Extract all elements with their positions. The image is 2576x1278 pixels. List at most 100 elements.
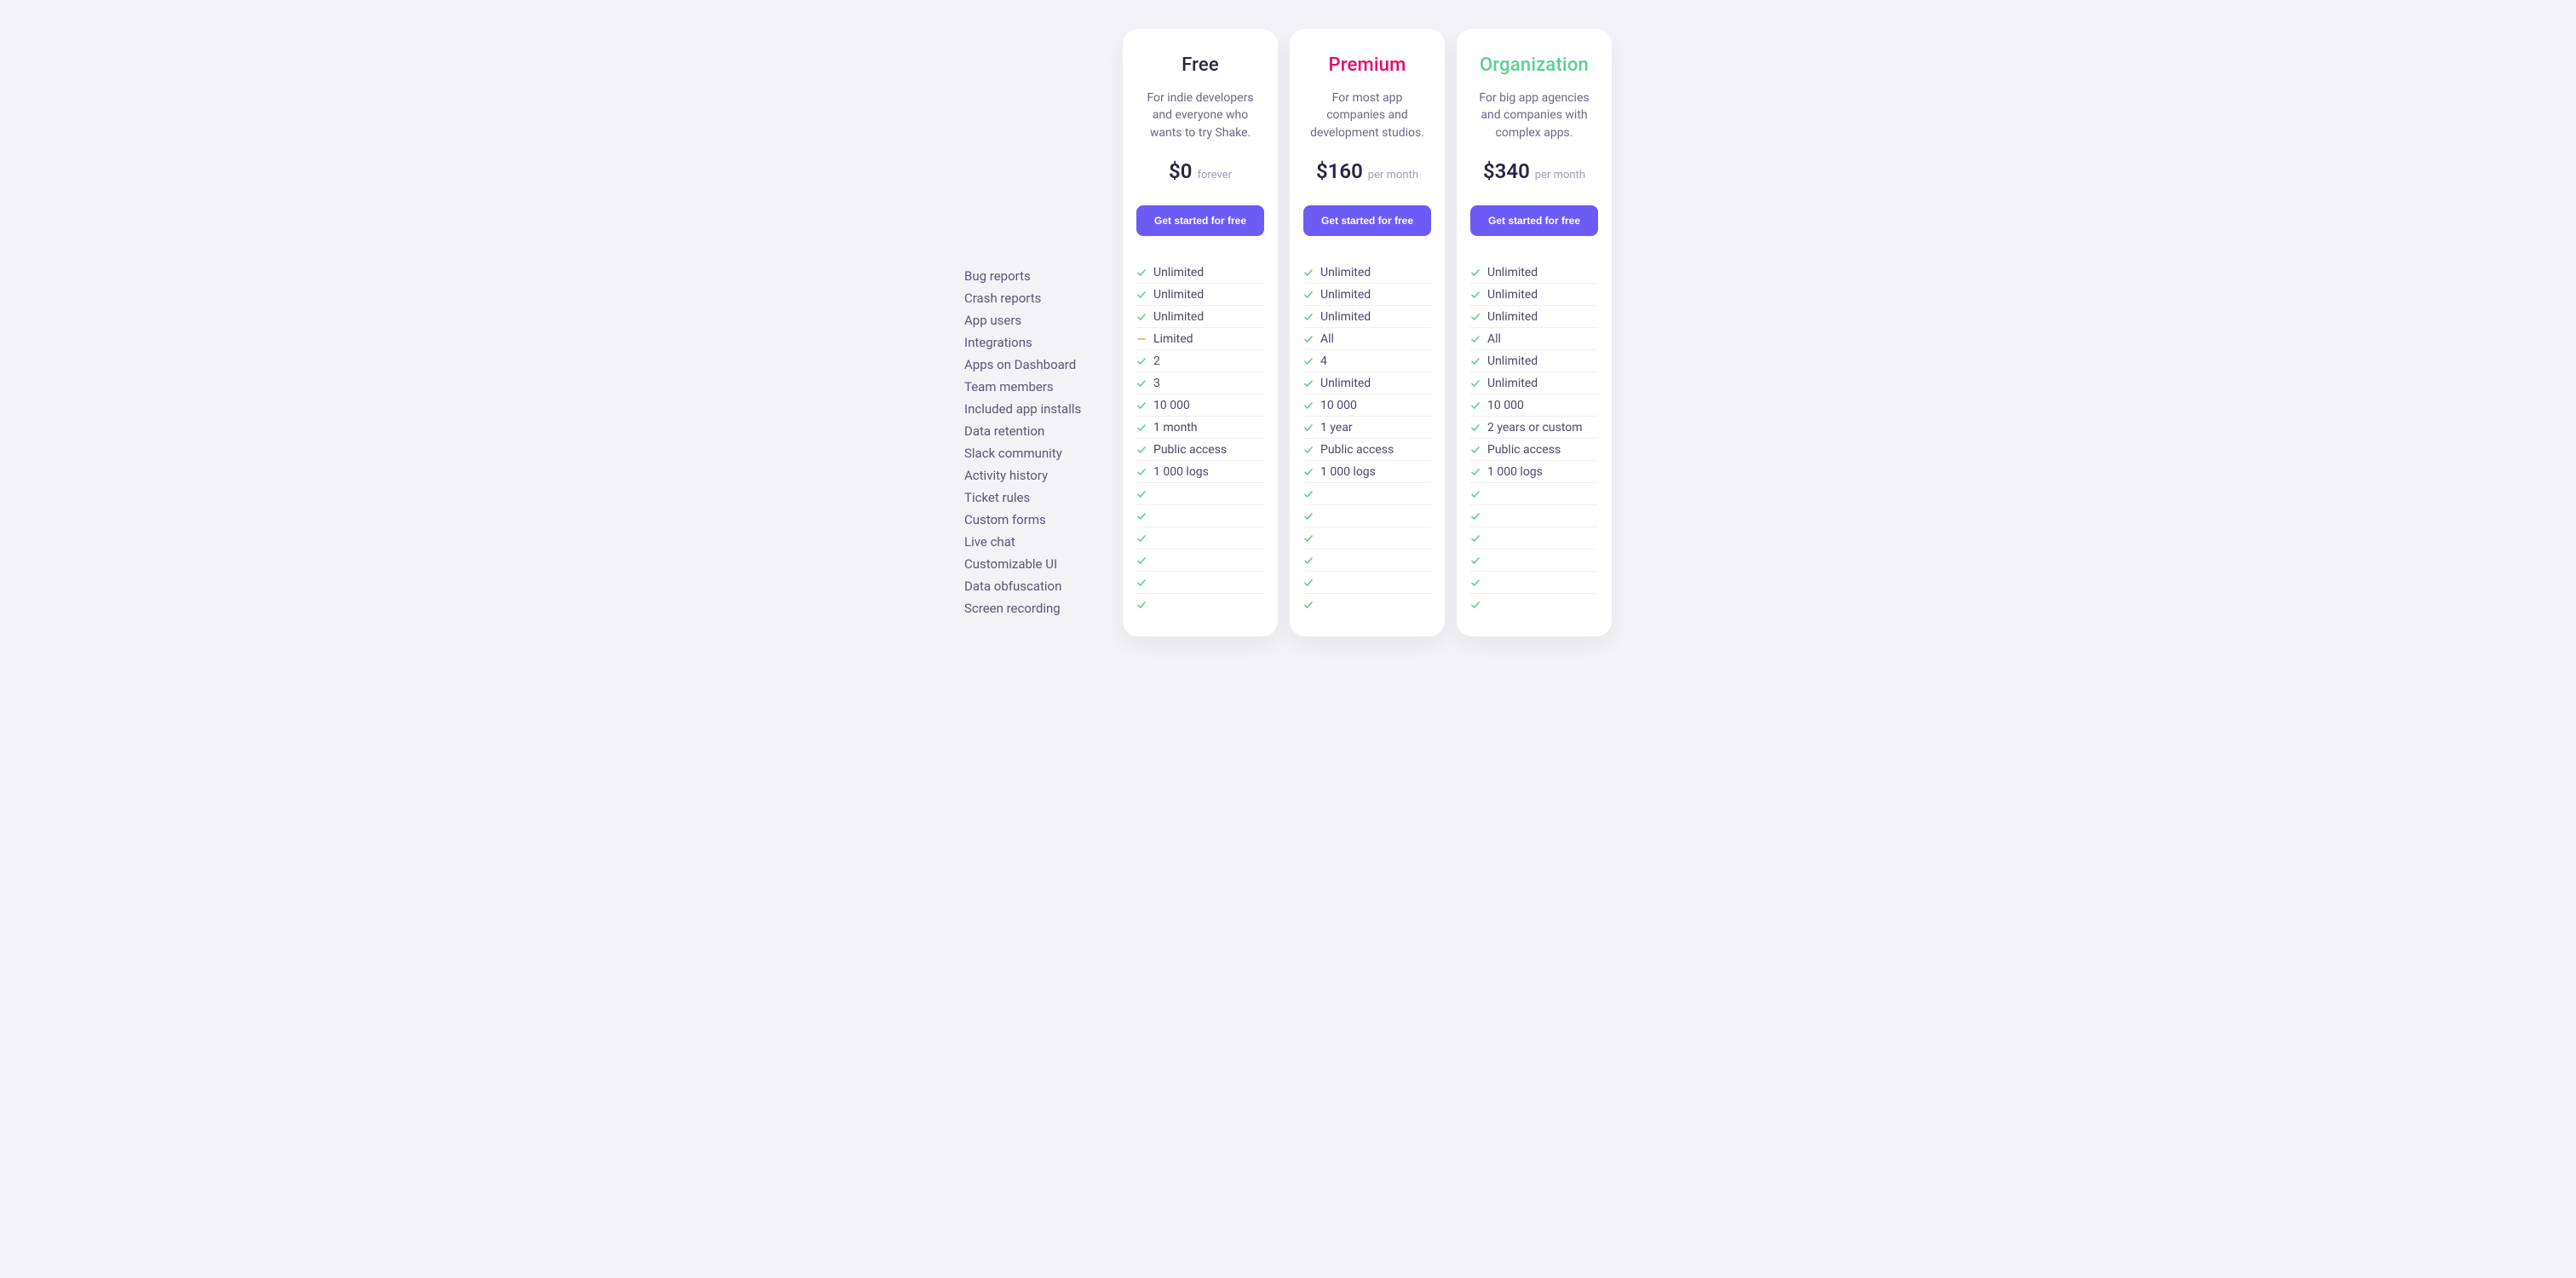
feature-row: [1470, 550, 1598, 572]
check-icon: [1470, 356, 1481, 366]
feature-row: Unlimited: [1303, 372, 1431, 394]
plan-card-organization: Organization For big app agencies and com…: [1457, 29, 1612, 636]
feature-label: Activity history: [964, 464, 1111, 486]
check-icon: [1470, 467, 1481, 477]
feature-value: Public access: [1153, 443, 1227, 457]
check-icon: [1303, 489, 1314, 499]
feature-row: [1303, 572, 1431, 594]
feature-row: 1 month: [1136, 417, 1264, 439]
feature-value: 1 000 logs: [1153, 465, 1209, 479]
check-icon: [1136, 467, 1147, 477]
feature-value: Unlimited: [1487, 377, 1538, 390]
feature-row: [1470, 572, 1598, 594]
price-period: per month: [1535, 169, 1585, 181]
plan-features: UnlimitedUnlimitedUnlimitedAll4Unlimited…: [1303, 262, 1431, 616]
feature-value: Public access: [1487, 443, 1561, 457]
plan-name: Premium: [1303, 55, 1431, 76]
check-icon: [1136, 533, 1147, 544]
get-started-button[interactable]: Get started for free: [1136, 205, 1264, 236]
feature-row: 4: [1303, 350, 1431, 372]
feature-value: All: [1487, 332, 1501, 346]
feature-row: [1136, 527, 1264, 550]
feature-row: [1136, 483, 1264, 505]
check-icon: [1303, 445, 1314, 455]
feature-row: 1 000 logs: [1136, 461, 1264, 483]
feature-value: Unlimited: [1153, 310, 1204, 324]
feature-label: Live chat: [964, 531, 1111, 553]
check-icon: [1303, 556, 1314, 566]
check-icon: [1136, 445, 1147, 455]
price-amount: $160: [1316, 159, 1363, 183]
feature-value: Unlimited: [1320, 377, 1371, 390]
dash-icon: [1136, 334, 1147, 344]
feature-value: 10 000: [1320, 399, 1357, 412]
feature-row: 1 000 logs: [1303, 461, 1431, 483]
feature-value: 4: [1320, 354, 1327, 368]
feature-row: All: [1470, 328, 1598, 350]
feature-row: [1303, 550, 1431, 572]
plan-card-premium: Premium For most app companies and develo…: [1290, 29, 1445, 636]
feature-row: Public access: [1303, 439, 1431, 461]
price-period: per month: [1368, 169, 1418, 181]
plan-description: For big app agencies and companies with …: [1470, 89, 1598, 142]
check-icon: [1303, 467, 1314, 477]
check-icon: [1470, 556, 1481, 566]
plan-description: For indie developers and everyone who wa…: [1136, 89, 1264, 142]
plan-description: For most app companies and development s…: [1303, 89, 1431, 142]
feature-value: Unlimited: [1320, 288, 1371, 302]
check-icon: [1136, 400, 1147, 411]
feature-label: Data retention: [964, 420, 1111, 442]
feature-row: Public access: [1470, 439, 1598, 461]
check-icon: [1136, 268, 1147, 278]
check-icon: [1470, 334, 1481, 344]
feature-label: Customizable UI: [964, 553, 1111, 575]
get-started-button[interactable]: Get started for free: [1470, 205, 1598, 236]
feature-value: Unlimited: [1487, 288, 1538, 302]
check-icon: [1470, 400, 1481, 411]
pricing-table: Bug reportsCrash reportsApp usersIntegra…: [644, 29, 1932, 636]
check-icon: [1303, 600, 1314, 610]
check-icon: [1136, 556, 1147, 566]
feature-row: All: [1303, 328, 1431, 350]
check-icon: [1470, 312, 1481, 322]
feature-row: [1470, 505, 1598, 527]
check-icon: [1136, 511, 1147, 521]
feature-row: 1 000 logs: [1470, 461, 1598, 483]
feature-label: Screen recording: [964, 597, 1111, 619]
price-amount: $340: [1483, 159, 1530, 183]
plan-header: FreeFor indie developers and everyone wh…: [1136, 55, 1264, 205]
check-icon: [1136, 423, 1147, 433]
feature-row: [1303, 527, 1431, 550]
feature-label: Bug reports: [964, 265, 1111, 287]
feature-label: Ticket rules: [964, 486, 1111, 509]
check-icon: [1470, 511, 1481, 521]
feature-row: Unlimited: [1303, 262, 1431, 284]
feature-label: Slack community: [964, 442, 1111, 464]
feature-label: Data obfuscation: [964, 575, 1111, 597]
plan-name: Organization: [1470, 55, 1598, 76]
feature-value: Unlimited: [1487, 266, 1538, 279]
check-icon: [1303, 334, 1314, 344]
feature-row: [1136, 550, 1264, 572]
feature-row: Unlimited: [1470, 262, 1598, 284]
check-icon: [1303, 533, 1314, 544]
feature-row: 10 000: [1303, 394, 1431, 417]
feature-value: 3: [1153, 377, 1160, 390]
feature-label: App users: [964, 309, 1111, 331]
feature-row: [1136, 505, 1264, 527]
check-icon: [1470, 423, 1481, 433]
check-icon: [1136, 578, 1147, 588]
check-icon: [1303, 268, 1314, 278]
check-icon: [1470, 290, 1481, 300]
check-icon: [1303, 511, 1314, 521]
feature-row: 3: [1136, 372, 1264, 394]
check-icon: [1136, 489, 1147, 499]
feature-row: Limited: [1136, 328, 1264, 350]
feature-value: 1 month: [1153, 421, 1198, 435]
feature-value: 1 year: [1320, 421, 1353, 435]
get-started-button[interactable]: Get started for free: [1303, 205, 1431, 236]
feature-row: Unlimited: [1470, 284, 1598, 306]
feature-label: Apps on Dashboard: [964, 354, 1111, 376]
check-icon: [1303, 378, 1314, 389]
check-icon: [1470, 445, 1481, 455]
